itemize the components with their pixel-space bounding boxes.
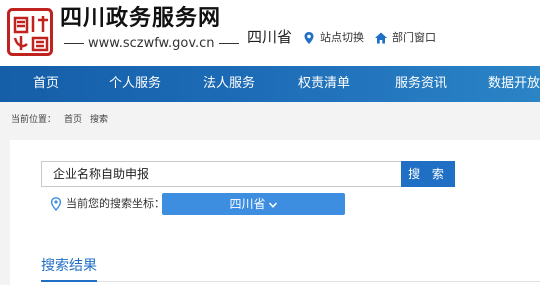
url-dash-right [218, 43, 239, 44]
station-switch-link[interactable]: 站点切换 [302, 30, 364, 46]
site-url: www.sczwfw.gov.cn [60, 34, 243, 54]
nav-item-corporate[interactable]: 法人服务 [203, 66, 255, 102]
tab-search-results[interactable]: 搜索结果 [41, 256, 97, 276]
results-divider [41, 281, 540, 282]
location-pin-icon [304, 32, 314, 44]
dept-window-label: 部门窗口 [392, 31, 436, 44]
active-tab-underline [41, 280, 97, 282]
url-dash-left [64, 43, 84, 44]
region-select-value: 四川省 [229, 197, 266, 211]
nav-item-open-data[interactable]: 数据开放 [488, 66, 540, 102]
search-coordinate-row: 当前您的搜索坐标： [50, 194, 165, 214]
search-input[interactable]: 企业名称自助申报 [41, 161, 401, 187]
nav-item-personal[interactable]: 个人服务 [109, 66, 161, 102]
breadcrumb: 当前位置： 首页 搜索 [11, 113, 116, 127]
location-pin-icon [50, 197, 62, 211]
main-nav: 首页 个人服务 法人服务 权责清单 服务资讯 数据开放 [0, 66, 540, 102]
home-icon [375, 32, 387, 44]
breadcrumb-home[interactable]: 首页 [64, 115, 82, 125]
dept-window-link[interactable]: 部门窗口 [374, 30, 436, 46]
nav-item-power-list[interactable]: 权责清单 [298, 66, 350, 102]
site-header: 四川政务服务网 www.sczwfw.gov.cn 四川省 站点切换 部门窗口 [0, 0, 540, 66]
site-url-text: www.sczwfw.gov.cn [88, 36, 215, 51]
station-switch-label: 站点切换 [320, 31, 364, 44]
region-select[interactable]: 四川省 [162, 193, 345, 215]
breadcrumb-label: 当前位置： [11, 115, 57, 125]
nav-item-home[interactable]: 首页 [33, 66, 59, 102]
search-button[interactable]: 搜 索 [401, 161, 455, 187]
search-coordinate-label: 当前您的搜索坐标： [66, 197, 165, 210]
nav-item-news[interactable]: 服务资讯 [395, 66, 447, 102]
seal-logo-icon[interactable] [7, 8, 53, 56]
chevron-down-icon [268, 201, 277, 208]
search-panel: 企业名称自助申报 搜 索 当前您的搜索坐标： 四川省 搜索结果 [10, 140, 540, 285]
breadcrumb-search: 搜索 [90, 115, 109, 125]
site-title[interactable]: 四川政务服务网 [60, 6, 221, 32]
current-province: 四川省 [247, 28, 293, 46]
